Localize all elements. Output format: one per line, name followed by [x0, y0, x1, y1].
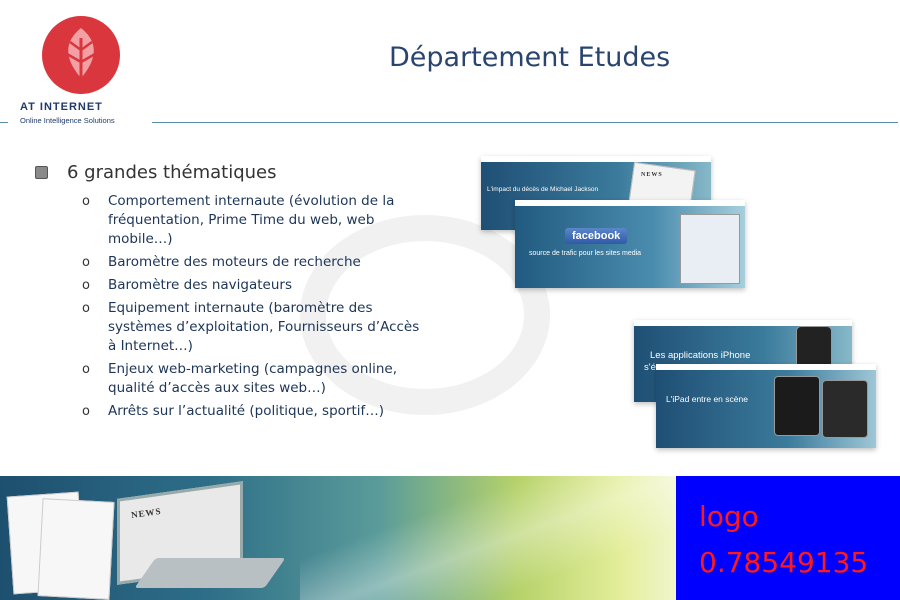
logo-name: AT INTERNET: [20, 101, 103, 113]
sub-bullet-line: Equipement internaute (baromètre des: [108, 300, 373, 316]
square-bullet-icon: [35, 166, 48, 179]
sub-bullet-item: o Baromètre des moteurs de recherche: [82, 253, 482, 272]
thumbnail-1-caption: L'impact du décès de Michael Jackson: [487, 186, 599, 193]
ipad-image: [774, 376, 820, 436]
circle-bullet-icon: o: [82, 194, 90, 209]
sub-bullet-item: o Baromètre des navigateurs: [82, 276, 482, 295]
sub-bullet-item: o Comportement internaute (évolution de l…: [82, 192, 482, 249]
thumbnail-3-caption: Les applications iPhone: [650, 350, 751, 361]
thumbnail-4-caption: L'iPad entre en scène: [666, 394, 748, 404]
laptop-image: NEWS: [105, 481, 286, 590]
sub-bullet-line: mobile…): [108, 231, 173, 247]
page-title: Département Etudes: [389, 42, 671, 73]
detection-label: logo: [699, 500, 759, 533]
facebook-badge: facebook: [565, 228, 628, 244]
circle-bullet-icon: o: [82, 255, 90, 270]
logo-tagline: Online Intelligence Solutions: [20, 116, 115, 125]
title-rule-left: [0, 122, 8, 123]
sub-bullet-line: Baromètre des moteurs de recherche: [108, 254, 361, 270]
leaf-logo-icon: [42, 16, 120, 94]
main-bullet-text: 6 grandes thématiques: [67, 162, 277, 183]
sub-bullet-line: Enjeux web-marketing (campagnes online,: [108, 361, 398, 377]
circle-bullet-icon: o: [82, 404, 90, 419]
thumbnail-facebook: facebook source de trafic pour les sites…: [515, 200, 745, 288]
thumbnail-ipad: L'iPad entre en scène: [656, 364, 876, 448]
circle-bullet-icon: o: [82, 278, 90, 293]
sub-bullet-line: qualité d’accès aux sites web…): [108, 380, 326, 396]
sub-bullet-line: Comportement internaute (évolution de la: [108, 193, 395, 209]
thumbnail-1-news: NEWS: [641, 172, 663, 178]
thumbnail-2-caption: source de trafic pour les sites media: [529, 250, 642, 257]
circle-bullet-icon: o: [82, 301, 90, 316]
sub-bullet-list: o Comportement internaute (évolution de l…: [82, 192, 482, 425]
circle-bullet-icon: o: [82, 362, 90, 377]
main-bullet: 6 grandes thématiques: [35, 162, 277, 183]
sub-bullet-line: Baromètre des navigateurs: [108, 277, 292, 293]
sub-bullet-item: o Enjeux web-marketing (campagnes online,…: [82, 360, 482, 398]
sub-bullet-item: o Arrêts sur l’actualité (politique, spor…: [82, 402, 482, 421]
newspaper-stack-image: [6, 484, 115, 600]
footer-banner: NEWS: [0, 476, 690, 600]
sub-bullet-line: Arrêts sur l’actualité (politique, sport…: [108, 403, 385, 419]
title-rule: [152, 122, 898, 123]
sub-bullet-item: o Equipement internaute (baromètre des sys…: [82, 299, 482, 356]
sub-bullet-line: à Internet…): [108, 338, 193, 354]
thumbnail-3-caption-cut: s'é: [644, 362, 656, 373]
sub-bullet-line: fréquentation, Prime Time du web, web: [108, 212, 375, 228]
detection-box: [676, 476, 900, 600]
website-screenshot-image: [680, 214, 740, 284]
sub-bullet-line: systèmes d’exploitation, Fournisseurs d’…: [108, 319, 420, 335]
at-internet-logo: AT INTERNET Online Intelligence Solution…: [14, 14, 154, 125]
detection-score: 0.78549135: [699, 546, 869, 579]
ipad-image-2: [822, 380, 868, 438]
slide: AT INTERNET Online Intelligence Solution…: [0, 0, 900, 600]
